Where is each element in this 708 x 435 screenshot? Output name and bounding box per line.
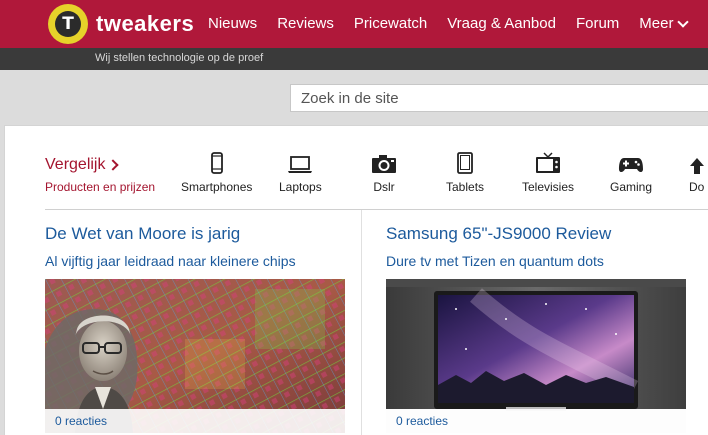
category-more[interactable]: Do bbox=[689, 152, 705, 194]
compare-link[interactable]: Vergelijk bbox=[45, 156, 155, 174]
compare-title: Vergelijk bbox=[45, 156, 106, 173]
category-televisies[interactable]: Televisies bbox=[522, 152, 574, 194]
search-input[interactable] bbox=[290, 84, 708, 112]
article-subtitle[interactable]: Dure tv met Tizen en quantum dots bbox=[386, 253, 686, 269]
nav-item-forum[interactable]: Forum bbox=[576, 15, 619, 32]
article-card: Samsung 65"-JS9000 Review Dure tv met Ti… bbox=[386, 224, 686, 433]
section-divider bbox=[45, 209, 708, 210]
nav-item-pricewatch[interactable]: Pricewatch bbox=[354, 15, 427, 32]
article-title[interactable]: Samsung 65"-JS9000 Review bbox=[386, 224, 686, 244]
category-gaming[interactable]: Gaming bbox=[610, 152, 652, 194]
top-navigation-bar: T tweakers Nieuws Reviews Pricewatch Vra… bbox=[0, 0, 708, 48]
television-icon bbox=[536, 152, 561, 173]
nav-item-meer[interactable]: Meer bbox=[639, 15, 690, 32]
nav-item-reviews[interactable]: Reviews bbox=[277, 15, 334, 32]
column-divider bbox=[361, 210, 362, 435]
camera-icon bbox=[372, 155, 396, 173]
main-nav: Nieuws Reviews Pricewatch Vraag & Aanbod… bbox=[208, 15, 707, 32]
chevron-right-icon bbox=[107, 159, 120, 171]
tagline: Wij stellen technologie op de proef bbox=[95, 52, 264, 64]
gamepad-icon bbox=[619, 158, 644, 172]
category-label: Laptops bbox=[279, 180, 322, 194]
compare-section: Vergelijk Producten en prijzen bbox=[45, 156, 155, 194]
category-label: Tablets bbox=[446, 180, 485, 194]
nav-item-vraag-aanbod[interactable]: Vraag & Aanbod bbox=[447, 15, 556, 32]
smartphone-icon bbox=[210, 152, 223, 174]
category-label: Smartphones bbox=[181, 180, 253, 194]
tablet-icon bbox=[457, 152, 473, 174]
category-label: Gaming bbox=[610, 180, 653, 194]
category-label: Televisies bbox=[522, 180, 575, 194]
nav-item-nieuws[interactable]: Nieuws bbox=[208, 15, 257, 32]
article-title[interactable]: De Wet van Moore is jarig bbox=[45, 224, 345, 244]
article-image[interactable]: 0 reacties bbox=[45, 279, 345, 433]
category-smartphones[interactable]: Smartphones bbox=[181, 152, 252, 194]
logo-letter: T bbox=[62, 14, 74, 34]
compare-subtitle: Producten en prijzen bbox=[45, 180, 156, 194]
tagline-bar: Wij stellen technologie op de proef bbox=[0, 48, 708, 70]
category-laptops[interactable]: Laptops bbox=[279, 152, 322, 194]
nav-more-label: Meer bbox=[639, 15, 674, 32]
article-image[interactable]: 0 reacties bbox=[386, 279, 686, 433]
category-dslr[interactable]: Dslr bbox=[371, 152, 397, 194]
article-card: De Wet van Moore is jarig Al vijftig jaa… bbox=[45, 224, 345, 433]
more-icon bbox=[690, 158, 704, 174]
article-reactions[interactable]: 0 reacties bbox=[386, 409, 686, 433]
category-label: Dslr bbox=[373, 180, 395, 194]
main-content: Vergelijk Producten en prijzen Smartphon… bbox=[4, 125, 708, 435]
article-subtitle[interactable]: Al vijftig jaar leidraad naar kleinere c… bbox=[45, 253, 345, 269]
tweakers-logo[interactable]: T tweakers bbox=[48, 4, 194, 44]
category-label: Do bbox=[689, 180, 705, 194]
article-reactions[interactable]: 0 reacties bbox=[45, 409, 345, 433]
logo-badge-icon: T bbox=[48, 4, 88, 44]
logo-text: tweakers bbox=[96, 11, 195, 36]
laptop-icon bbox=[288, 156, 313, 173]
chevron-down-icon bbox=[677, 15, 690, 28]
category-tablets[interactable]: Tablets bbox=[446, 152, 484, 194]
